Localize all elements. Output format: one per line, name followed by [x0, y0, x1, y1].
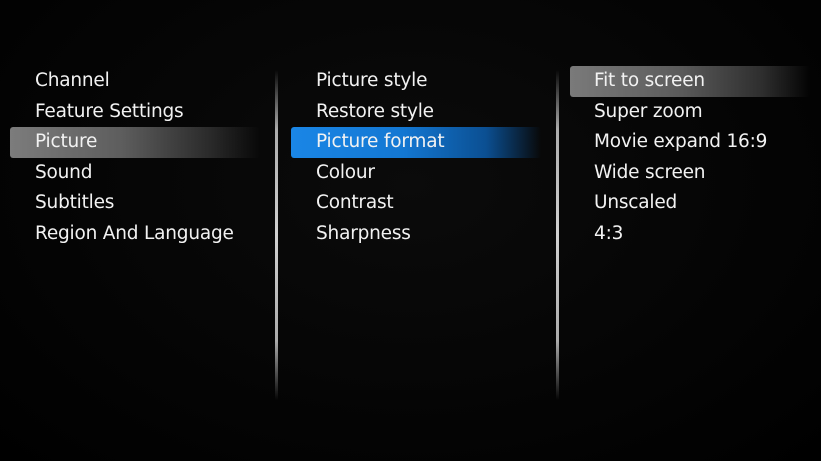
option-wide-screen[interactable]: Wide screen: [570, 158, 810, 189]
tv-menu-screen: Channel Feature Settings Picture Sound S…: [0, 0, 821, 461]
submenu-item-contrast[interactable]: Contrast: [291, 188, 541, 219]
menu-item-picture[interactable]: Picture: [10, 127, 260, 158]
submenu-item-picture-format[interactable]: Picture format: [291, 127, 541, 158]
main-menu-column: Channel Feature Settings Picture Sound S…: [10, 66, 260, 249]
column-divider: [275, 70, 278, 400]
option-4-3[interactable]: 4:3: [570, 219, 810, 250]
menu-item-channel[interactable]: Channel: [10, 66, 260, 97]
option-unscaled[interactable]: Unscaled: [570, 188, 810, 219]
submenu-item-sharpness[interactable]: Sharpness: [291, 219, 541, 250]
menu-item-feature-settings[interactable]: Feature Settings: [10, 97, 260, 128]
submenu-item-colour[interactable]: Colour: [291, 158, 541, 189]
menu-item-region-and-language[interactable]: Region And Language: [10, 219, 260, 250]
submenu-item-restore-style[interactable]: Restore style: [291, 97, 541, 128]
picture-submenu-column: Picture style Restore style Picture form…: [291, 66, 541, 249]
menu-item-sound[interactable]: Sound: [10, 158, 260, 189]
picture-format-options-column: Fit to screen Super zoom Movie expand 16…: [570, 66, 810, 249]
option-super-zoom[interactable]: Super zoom: [570, 97, 810, 128]
column-divider: [556, 70, 559, 400]
option-fit-to-screen[interactable]: Fit to screen: [570, 66, 810, 97]
option-movie-expand-16-9[interactable]: Movie expand 16:9: [570, 127, 810, 158]
submenu-item-picture-style[interactable]: Picture style: [291, 66, 541, 97]
menu-item-subtitles[interactable]: Subtitles: [10, 188, 260, 219]
